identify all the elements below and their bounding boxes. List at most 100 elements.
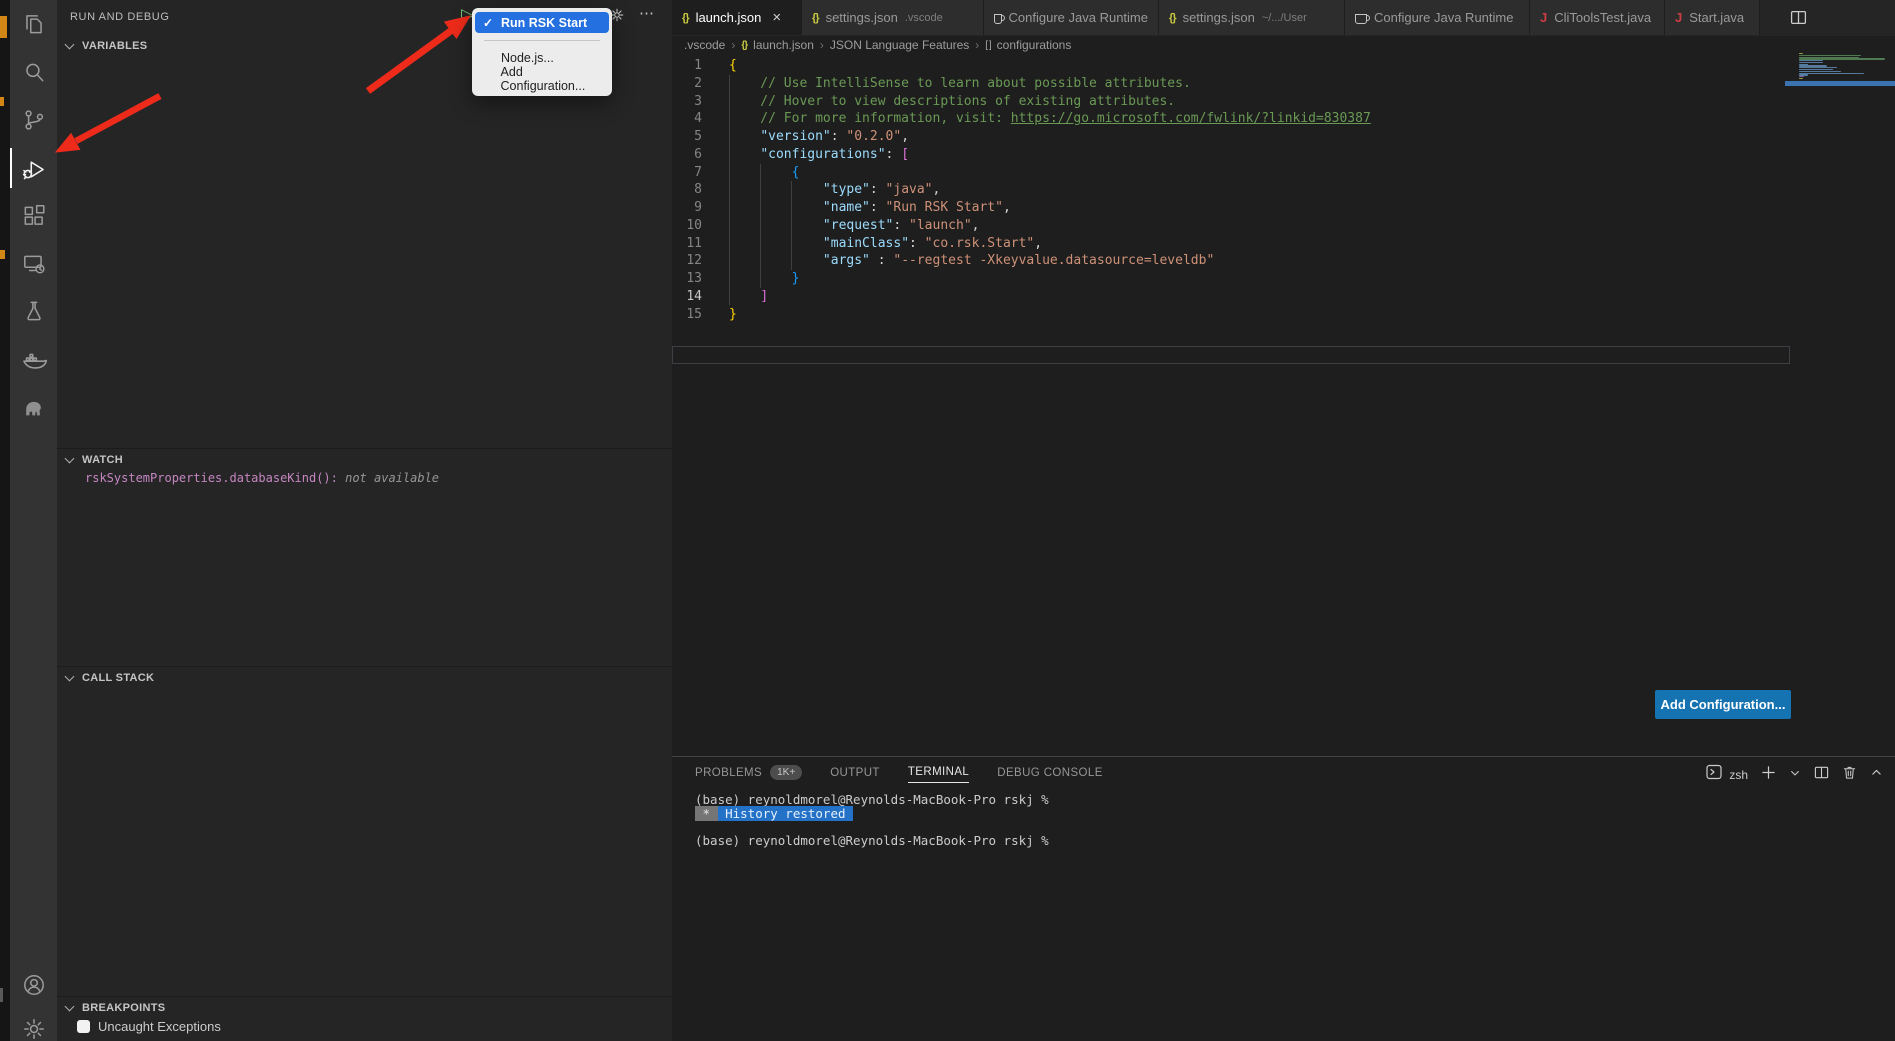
code-line-5: 5 "version": "0.2.0", xyxy=(672,128,1895,146)
split-editor-icon[interactable] xyxy=(1790,9,1807,31)
java-file-icon: J xyxy=(1540,10,1547,25)
remote-explorer-icon[interactable] xyxy=(10,242,57,286)
terminal-line: (base) reynoldmorel@Reynolds-MacBook-Pro… xyxy=(695,834,1049,848)
breakpoint-row: Uncaught Exceptions xyxy=(77,1019,221,1034)
code-line-10: 10 "request": "launch", xyxy=(672,217,1895,235)
watch-expression[interactable]: rskSystemProperties.databaseKind(): not … xyxy=(85,471,439,485)
new-terminal-icon[interactable] xyxy=(1761,765,1776,785)
code-line-11: 11 "mainClass": "co.rsk.Start", xyxy=(672,235,1895,253)
tab-settings-json[interactable]: {}settings.json.vscode xyxy=(802,0,984,35)
source-control-icon[interactable] xyxy=(10,98,57,142)
extensions-icon[interactable] xyxy=(10,194,57,238)
add-configuration-button[interactable]: Add Configuration... xyxy=(1655,690,1791,719)
code-text: "args" : "--regtest -Xkeyvalue.datasourc… xyxy=(729,252,1214,270)
section-call-stack[interactable]: CALL STACK xyxy=(57,666,672,689)
breadcrumb-item[interactable]: launch.json xyxy=(753,38,814,52)
tab-settings-json[interactable]: {}settings.json~/.../User xyxy=(1159,0,1345,35)
panel-tab-label: PROBLEMS xyxy=(695,767,762,779)
code-line-9: 9 "name": "Run RSK Start", xyxy=(672,199,1895,217)
tab-start-java[interactable]: J Start.java xyxy=(1665,0,1760,35)
menu-item-label: Run RSK Start xyxy=(501,16,587,30)
code-editor[interactable]: 1{2 // Use IntelliSense to learn about p… xyxy=(672,57,1895,323)
tab-description: ~/.../User xyxy=(1262,12,1307,24)
code-text: "name": "Run RSK Start", xyxy=(729,199,1011,217)
docker-icon[interactable] xyxy=(10,337,57,381)
background-fragment xyxy=(0,988,3,1002)
code-line-6: 6 "configurations": [ xyxy=(672,146,1895,164)
sidebar-title-actions: ⋯ xyxy=(609,7,654,28)
testing-icon[interactable] xyxy=(10,289,57,333)
panel-tab-terminal[interactable]: TERMINAL xyxy=(908,766,969,783)
chevron-down-icon xyxy=(65,672,75,682)
explorer-icon[interactable] xyxy=(10,2,57,46)
code-text: "type": "java", xyxy=(729,181,940,199)
code-line-2: 2 // Use IntelliSense to learn about pos… xyxy=(672,75,1895,93)
line-number: 8 xyxy=(672,181,702,199)
breakpoint-label: Uncaught Exceptions xyxy=(98,1019,221,1034)
java-file-icon: J xyxy=(1675,10,1682,25)
line-number: 9 xyxy=(672,199,702,217)
chevron-down-icon xyxy=(65,454,75,464)
menu-item-label: Node.js... xyxy=(501,51,554,65)
split-terminal-icon[interactable] xyxy=(1814,765,1829,785)
tab-configure-java-runtime[interactable]: Configure Java Runtime xyxy=(984,0,1159,35)
code-line-1: 1{ xyxy=(672,57,1895,75)
uncaught-exceptions-checkbox[interactable] xyxy=(77,1020,90,1033)
panel-actions: zsh xyxy=(1706,764,1883,785)
array-symbol-icon: [ ] xyxy=(985,40,990,51)
java-runtime-cup-icon xyxy=(994,14,1002,24)
run-and-debug-icon[interactable] xyxy=(10,147,57,191)
section-breakpoints[interactable]: BREAKPOINTS xyxy=(57,996,672,1019)
tab-configure-java-runtime[interactable]: Configure Java Runtime xyxy=(1345,0,1530,35)
code-text: } xyxy=(729,270,799,288)
code-text: // Hover to view descriptions of existin… xyxy=(729,93,1175,111)
line-number: 3 xyxy=(672,93,702,111)
breadcrumb-item[interactable]: JSON Language Features xyxy=(830,38,969,52)
maximize-panel-chevron-icon[interactable] xyxy=(1870,766,1883,784)
panel-tab-output[interactable]: OUTPUT xyxy=(830,767,880,783)
code-text: { xyxy=(729,164,799,182)
tab-clitoolstest-java[interactable]: JCliToolsTest.java xyxy=(1530,0,1665,35)
line-number: 10 xyxy=(672,217,702,235)
watch-expression-name: rskSystemProperties.databaseKind(): xyxy=(85,471,338,485)
current-line-highlight xyxy=(672,346,1790,364)
menu-item-add-configuration-[interactable]: ✓Add Configuration... xyxy=(475,68,609,89)
background-window-sliver xyxy=(0,0,10,1041)
gradle-elephant-icon[interactable] xyxy=(10,385,57,429)
line-number: 7 xyxy=(672,164,702,182)
menu-item-run-rsk-start[interactable]: ✓Run RSK Start xyxy=(475,12,609,33)
search-icon[interactable] xyxy=(10,50,57,94)
code-text: } xyxy=(729,306,737,324)
code-text: ] xyxy=(729,288,768,306)
chevron-down-icon xyxy=(65,40,75,50)
terminal-dropdown-chevron-icon[interactable] xyxy=(1789,766,1801,784)
accounts-icon[interactable] xyxy=(10,963,57,1007)
code-text: { xyxy=(729,57,737,75)
panel-tab-label: DEBUG CONSOLE xyxy=(997,767,1103,779)
terminal-line xyxy=(695,820,1049,834)
watch-expression-value: not available xyxy=(345,471,439,485)
line-number: 6 xyxy=(672,146,702,164)
terminal-output[interactable]: (base) reynoldmorel@Reynolds-MacBook-Pro… xyxy=(695,793,1049,847)
code-text: // Use IntelliSense to learn about possi… xyxy=(729,75,1191,93)
code-line-15: 15} xyxy=(672,306,1895,324)
tab-label: settings.json xyxy=(1183,10,1255,25)
kill-terminal-trash-icon[interactable] xyxy=(1842,765,1857,785)
tab-launch-json[interactable]: {}launch.json× xyxy=(672,0,802,35)
tab-label: Start.java xyxy=(1689,10,1744,25)
code-line-14: 14 ] xyxy=(672,288,1895,306)
more-actions-icon[interactable]: ⋯ xyxy=(639,7,654,28)
settings-gear-icon[interactable] xyxy=(10,1007,57,1041)
breadcrumb-item[interactable]: configurations xyxy=(997,38,1072,52)
sidebar-title: RUN AND DEBUG xyxy=(70,11,169,23)
code-text: "configurations": [ xyxy=(729,146,909,164)
breadcrumb-item[interactable]: .vscode xyxy=(684,38,725,52)
panel-tab-problems[interactable]: PROBLEMS1K+ xyxy=(695,765,802,784)
editor-group: {}launch.json×{}settings.json.vscodeConf… xyxy=(672,0,1895,756)
panel-tab-debug-console[interactable]: DEBUG CONSOLE xyxy=(997,767,1103,783)
terminal-shell-icon[interactable] xyxy=(1706,764,1722,785)
close-icon[interactable]: × xyxy=(772,9,781,26)
line-number: 15 xyxy=(672,306,702,324)
section-label: CALL STACK xyxy=(82,672,154,684)
section-watch[interactable]: WATCH xyxy=(57,448,672,471)
